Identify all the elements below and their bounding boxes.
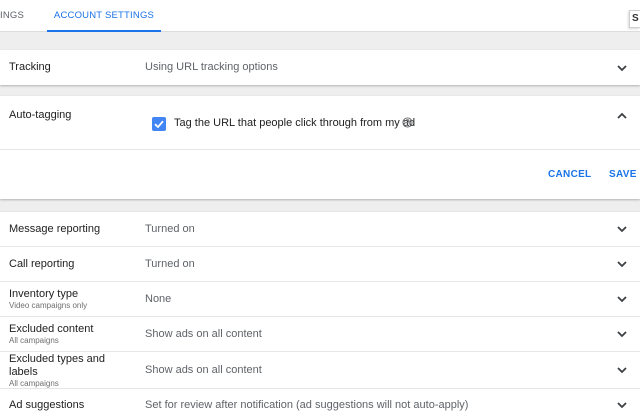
tab-account-settings[interactable]: Account settings <box>47 0 161 32</box>
settings-row-ad-suggestions[interactable]: Ad suggestions Set for review after noti… <box>0 388 640 414</box>
active-tab-indicator <box>47 30 161 32</box>
row-label: Ad suggestions <box>9 399 85 411</box>
chevron-up-icon[interactable] <box>616 110 628 122</box>
tab-account-settings-label: Account settings <box>53 10 155 21</box>
row-value: Show ads on all content <box>145 328 262 340</box>
chevron-down-icon[interactable] <box>616 328 628 340</box>
row-subtitle: Video campaigns only <box>9 301 88 310</box>
settings-row-message-reporting[interactable]: Message reporting Turned on <box>0 211 640 246</box>
row-value: None <box>145 293 172 305</box>
chevron-down-icon[interactable] <box>616 223 628 235</box>
autotagging-label: Auto-tagging <box>9 109 72 121</box>
row-label: Message reporting <box>9 223 101 235</box>
row-value: Turned on <box>145 223 195 235</box>
row-label: Call reporting <box>9 258 75 270</box>
row-value: Show ads on all content <box>145 364 262 376</box>
settings-row-excluded-types[interactable]: Excluded types and labels All campaigns … <box>0 351 640 388</box>
tab-bar: ttings Account settings S <box>0 0 640 32</box>
chevron-down-icon[interactable] <box>616 399 628 411</box>
row-label: Excluded content All campaigns <box>9 323 93 345</box>
chevron-down-icon[interactable] <box>616 364 628 376</box>
help-circle-icon[interactable] <box>402 117 413 128</box>
row-title: Excluded content <box>9 323 94 335</box>
settings-row-excluded-content[interactable]: Excluded content All campaigns Show ads … <box>0 316 640 351</box>
row-title: Excluded types and labels <box>9 353 106 378</box>
row-label: Excluded types and labels All campaigns <box>9 353 119 388</box>
row-value: Set for review after notification (ad su… <box>145 399 469 411</box>
corner-button[interactable]: S <box>629 10 640 28</box>
row-subtitle: All campaigns <box>9 379 59 388</box>
row-title: Inventory type <box>9 288 79 300</box>
tracking-label: Tracking <box>9 61 51 73</box>
row-label: Inventory type Video campaigns only <box>9 288 87 310</box>
autotagging-checkbox[interactable] <box>152 117 166 131</box>
chevron-down-icon[interactable] <box>616 258 628 270</box>
settings-row-call-reporting[interactable]: Call reporting Turned on <box>0 246 640 281</box>
settings-row-inventory-type[interactable]: Inventory type Video campaigns only None <box>0 281 640 316</box>
autotagging-panel: Auto-tagging <box>0 96 640 199</box>
chevron-down-icon[interactable] <box>616 62 628 74</box>
row-subtitle: All campaigns <box>9 336 59 345</box>
tab-settings[interactable]: ttings <box>0 0 48 32</box>
cancel-button[interactable]: Cancel <box>548 169 591 180</box>
save-button[interactable]: Save <box>609 169 637 180</box>
chevron-down-icon[interactable] <box>616 293 628 305</box>
panel-divider <box>0 149 640 150</box>
tracking-row[interactable]: Tracking Using URL tracking options <box>0 50 640 85</box>
autotagging-checkbox-label[interactable]: Tag the URL that people click through fr… <box>174 117 415 129</box>
row-value: Turned on <box>145 258 195 270</box>
tracking-value: Using URL tracking options <box>145 61 278 73</box>
